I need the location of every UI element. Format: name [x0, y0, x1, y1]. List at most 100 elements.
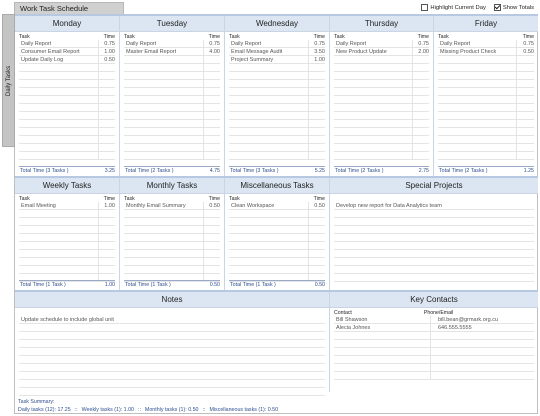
table-row[interactable]: [229, 226, 325, 234]
table-row[interactable]: [124, 72, 220, 80]
table-row[interactable]: [438, 112, 534, 120]
table-row[interactable]: [19, 258, 115, 266]
table-row[interactable]: [229, 242, 325, 250]
table-row[interactable]: [229, 128, 325, 136]
table-row[interactable]: [124, 112, 220, 120]
table-row[interactable]: [124, 210, 220, 218]
table-row[interactable]: Bill Shawson bill.bean@grmark.org.cu: [334, 316, 534, 324]
table-row[interactable]: [19, 388, 325, 396]
table-row[interactable]: New Product Update 2.00: [334, 48, 429, 56]
table-row[interactable]: [438, 96, 534, 104]
table-row[interactable]: Consumer Email Report 1.00: [19, 48, 115, 56]
table-row[interactable]: [438, 80, 534, 88]
table-row[interactable]: [124, 234, 220, 242]
table-row[interactable]: [19, 372, 325, 380]
table-row[interactable]: [438, 136, 534, 144]
table-row[interactable]: [229, 112, 325, 120]
table-row[interactable]: [124, 128, 220, 136]
table-row[interactable]: [438, 152, 534, 160]
side-tab-daily-tasks[interactable]: Daily Tasks: [2, 14, 15, 147]
table-row[interactable]: [334, 340, 534, 348]
table-row[interactable]: [124, 104, 220, 112]
table-row[interactable]: [229, 104, 325, 112]
table-row[interactable]: [229, 80, 325, 88]
table-row[interactable]: [334, 144, 429, 152]
table-row[interactable]: [334, 112, 429, 120]
table-row[interactable]: [334, 348, 534, 356]
table-row[interactable]: [229, 250, 325, 258]
table-row[interactable]: [19, 250, 115, 258]
table-row[interactable]: [19, 324, 325, 332]
sheet-title-tab[interactable]: Work Task Schedule: [14, 2, 124, 14]
table-row[interactable]: [19, 112, 115, 120]
show-totals-checkbox[interactable]: [493, 4, 501, 11]
table-row[interactable]: [124, 258, 220, 266]
table-row[interactable]: Alecia Johnes 646.555.5555: [334, 324, 534, 332]
table-row[interactable]: [334, 104, 429, 112]
table-row[interactable]: [124, 56, 220, 64]
table-row[interactable]: Clean Workspace 0.50: [229, 202, 325, 210]
table-row[interactable]: [19, 128, 115, 136]
table-row[interactable]: [334, 96, 429, 104]
table-row[interactable]: [334, 242, 534, 250]
table-row[interactable]: [438, 144, 534, 152]
table-row[interactable]: [19, 348, 325, 356]
table-row[interactable]: [334, 72, 429, 80]
table-row[interactable]: [438, 104, 534, 112]
table-row[interactable]: [19, 88, 115, 96]
table-row[interactable]: [19, 104, 115, 112]
table-row[interactable]: Daily Report 0.75: [334, 40, 429, 48]
table-row[interactable]: [19, 136, 115, 144]
table-row[interactable]: Daily Report 0.75: [229, 40, 325, 48]
table-row[interactable]: [334, 372, 534, 380]
table-row[interactable]: [334, 56, 429, 64]
table-row[interactable]: [124, 250, 220, 258]
table-row[interactable]: [19, 340, 325, 348]
table-row[interactable]: [334, 88, 429, 96]
show-totals-option[interactable]: Show Totals: [493, 4, 534, 11]
table-row[interactable]: [229, 266, 325, 274]
table-row[interactable]: [438, 72, 534, 80]
table-row[interactable]: Monthly Email Summary 0.50: [124, 202, 220, 210]
table-row[interactable]: Daily Report 0.75: [124, 40, 220, 48]
table-row[interactable]: Email Meeting 1.00: [19, 202, 115, 210]
table-row[interactable]: [229, 72, 325, 80]
table-row[interactable]: [334, 80, 429, 88]
table-row[interactable]: [334, 128, 429, 136]
table-row[interactable]: [19, 266, 115, 274]
table-row[interactable]: [19, 80, 115, 88]
table-row[interactable]: [229, 258, 325, 266]
table-row[interactable]: [19, 152, 115, 160]
table-row[interactable]: [334, 274, 534, 282]
table-row[interactable]: [19, 242, 115, 250]
table-row[interactable]: [19, 234, 115, 242]
table-row[interactable]: Daily Report 0.75: [19, 40, 115, 48]
table-row[interactable]: [124, 88, 220, 96]
table-row[interactable]: [19, 96, 115, 104]
table-row[interactable]: [334, 218, 534, 226]
table-row[interactable]: [229, 234, 325, 242]
highlight-current-day-checkbox[interactable]: [421, 4, 429, 11]
highlight-current-day-option[interactable]: Highlight Current Day: [421, 4, 486, 11]
table-row[interactable]: [438, 120, 534, 128]
table-row[interactable]: [229, 64, 325, 72]
table-row[interactable]: Daily Report 0.75: [438, 40, 534, 48]
table-row[interactable]: [124, 152, 220, 160]
table-row[interactable]: [438, 64, 534, 72]
table-row[interactable]: [229, 218, 325, 226]
table-row[interactable]: [124, 120, 220, 128]
table-row[interactable]: Develop new report for Data Analytics te…: [334, 202, 534, 210]
table-row[interactable]: [19, 356, 325, 364]
table-row[interactable]: Update schedule to include global unit: [19, 316, 325, 324]
table-row[interactable]: Master Email Report 4.00: [124, 48, 220, 56]
table-row[interactable]: [334, 136, 429, 144]
table-row[interactable]: [334, 64, 429, 72]
table-row[interactable]: [334, 226, 534, 234]
table-row[interactable]: [19, 72, 115, 80]
table-row[interactable]: [19, 226, 115, 234]
table-row[interactable]: Project Summary 1.00: [229, 56, 325, 64]
table-row[interactable]: [438, 88, 534, 96]
table-row[interactable]: [229, 88, 325, 96]
table-row[interactable]: [124, 136, 220, 144]
table-row[interactable]: [19, 210, 115, 218]
